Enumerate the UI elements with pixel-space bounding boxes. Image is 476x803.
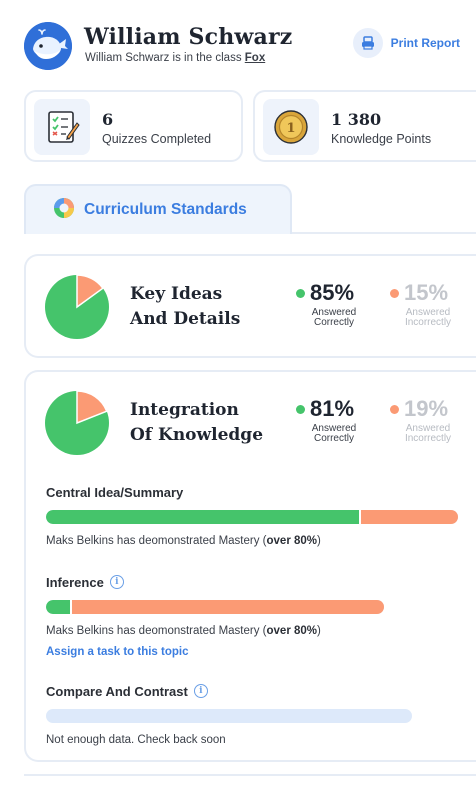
topic-compare-contrast: Compare And Contrast i Not enough data. C… bbox=[46, 683, 458, 746]
correct-metric: 85% Answered Correctly bbox=[296, 280, 358, 328]
class-info: William Schwarz is in the class Fox bbox=[85, 52, 265, 64]
svg-text:1: 1 bbox=[286, 121, 295, 136]
correct-metric: 81% Answered Correctly bbox=[296, 396, 358, 444]
bottom-divider bbox=[24, 774, 476, 776]
correct-percent: 81% bbox=[310, 396, 355, 421]
print-report-label: Print Report bbox=[390, 36, 460, 50]
bar-separator bbox=[69, 600, 72, 614]
standard-title-line2: Of Knowledge bbox=[130, 425, 264, 445]
whale-avatar-icon bbox=[24, 22, 72, 70]
topic-note-bold: over 80% bbox=[266, 625, 318, 637]
topic-central-idea: Central Idea/Summary Maks Belkins has de… bbox=[46, 484, 458, 547]
topic-note-suffix: ) bbox=[317, 535, 321, 547]
printer-icon bbox=[352, 28, 383, 58]
incorrect-caption-line2: Incorrectly bbox=[404, 433, 452, 444]
incorrect-caption-line2: Incorrectly bbox=[404, 317, 452, 328]
topic-progress-bar bbox=[46, 600, 384, 614]
incorrect-percent: 15% bbox=[404, 280, 449, 305]
standard-pie-chart bbox=[45, 274, 109, 339]
class-prefix: William Schwarz is in the class bbox=[85, 52, 245, 64]
topic-note-suffix: ) bbox=[317, 625, 321, 637]
topic-note: Maks Belkins has deomonstrated Mastery (… bbox=[46, 625, 458, 637]
correct-dot bbox=[296, 404, 305, 414]
class-name-link[interactable]: Fox bbox=[245, 52, 265, 64]
topic-note-prefix: Maks Belkins has deomonstrated Mastery ( bbox=[46, 535, 267, 547]
topic-note: Not enough data. Check back soon bbox=[46, 734, 458, 746]
bar-incorrect-fill bbox=[359, 510, 458, 524]
correct-caption: Answered Correctly bbox=[310, 308, 358, 328]
standard-title-line1: Key Ideas bbox=[130, 284, 223, 304]
quiz-checklist-icon bbox=[34, 99, 90, 155]
bar-correct-fill bbox=[46, 600, 70, 614]
correct-caption-line2: Correctly bbox=[313, 433, 354, 444]
correct-percent: 85% bbox=[310, 280, 355, 305]
quizzes-completed-card: 6 Quizzes Completed bbox=[24, 90, 243, 162]
topic-title-label: Central Idea/Summary bbox=[46, 484, 184, 500]
info-icon[interactable]: i bbox=[193, 684, 208, 698]
print-report-button[interactable]: Print Report bbox=[352, 28, 460, 58]
topic-note-prefix: Not enough data. Check back soon bbox=[46, 734, 226, 746]
report-tabs: Curriculum Standards bbox=[24, 184, 476, 234]
student-report-page: William Schwarz William Schwarz is in th… bbox=[0, 0, 476, 803]
correct-dot bbox=[296, 288, 305, 298]
topic-title-label: Inference bbox=[46, 574, 104, 590]
correct-caption-line2: Correctly bbox=[313, 317, 354, 328]
topic-note-prefix: Maks Belkins has deomonstrated Mastery ( bbox=[46, 625, 267, 637]
topic-title-label: Compare And Contrast bbox=[46, 683, 188, 699]
quizzes-completed-label: Quizzes Completed bbox=[102, 132, 212, 146]
standard-title: Integration Of Knowledge bbox=[130, 398, 280, 448]
knowledge-points-card: 1 1 380 Knowledge Points bbox=[253, 90, 476, 162]
bar-separator bbox=[359, 510, 362, 524]
report-header: William Schwarz William Schwarz is in th… bbox=[24, 20, 464, 70]
correct-caption: Answered Correctly bbox=[310, 424, 358, 444]
incorrect-metric: 19% Answered Incorrectly bbox=[390, 396, 452, 444]
topic-progress-bar bbox=[46, 510, 458, 524]
standard-title-line2: And Details bbox=[130, 309, 241, 329]
info-icon[interactable]: i bbox=[109, 575, 124, 589]
standard-card-key-ideas: Key Ideas And Details 85% Answered Correc… bbox=[24, 254, 476, 358]
standard-title-line1: Integration bbox=[130, 400, 239, 420]
incorrect-percent: 19% bbox=[404, 396, 449, 421]
incorrect-metric: 15% Answered Incorrectly bbox=[390, 280, 452, 328]
standard-pie-chart bbox=[45, 390, 109, 455]
tab-curriculum-standards-label: Curriculum Standards bbox=[84, 201, 247, 218]
tab-curriculum-standards[interactable]: Curriculum Standards bbox=[24, 184, 292, 234]
topic-progress-bar bbox=[46, 709, 412, 723]
topic-title: Inference i bbox=[46, 574, 458, 590]
standard-title: Key Ideas And Details bbox=[130, 282, 280, 332]
knowledge-points-label: Knowledge Points bbox=[331, 132, 432, 146]
incorrect-caption: Answered Incorrectly bbox=[404, 424, 452, 444]
topic-inference: Inference i Maks Belkins has deomonstrate… bbox=[46, 574, 458, 658]
incorrect-caption: Answered Incorrectly bbox=[404, 308, 452, 328]
student-name: William Schwarz bbox=[84, 24, 293, 50]
topic-note: Maks Belkins has deomonstrated Mastery (… bbox=[46, 535, 458, 547]
incorrect-dot bbox=[390, 288, 399, 298]
gold-coin-icon: 1 bbox=[263, 99, 319, 155]
topic-title: Compare And Contrast i bbox=[46, 683, 458, 699]
topic-title: Central Idea/Summary bbox=[46, 484, 458, 500]
incorrect-dot bbox=[390, 404, 399, 414]
bar-incorrect-fill bbox=[69, 600, 384, 614]
pie-chart-icon bbox=[52, 196, 76, 225]
standard-card-integration: Integration Of Knowledge 81% Answered Cor… bbox=[24, 370, 476, 762]
topic-note-bold: over 80% bbox=[266, 535, 318, 547]
assign-task-link[interactable]: Assign a task to this topic bbox=[46, 646, 458, 658]
knowledge-points-value: 1 380 bbox=[331, 110, 382, 129]
quizzes-completed-value: 6 bbox=[102, 110, 114, 129]
bar-correct-fill bbox=[46, 510, 360, 524]
